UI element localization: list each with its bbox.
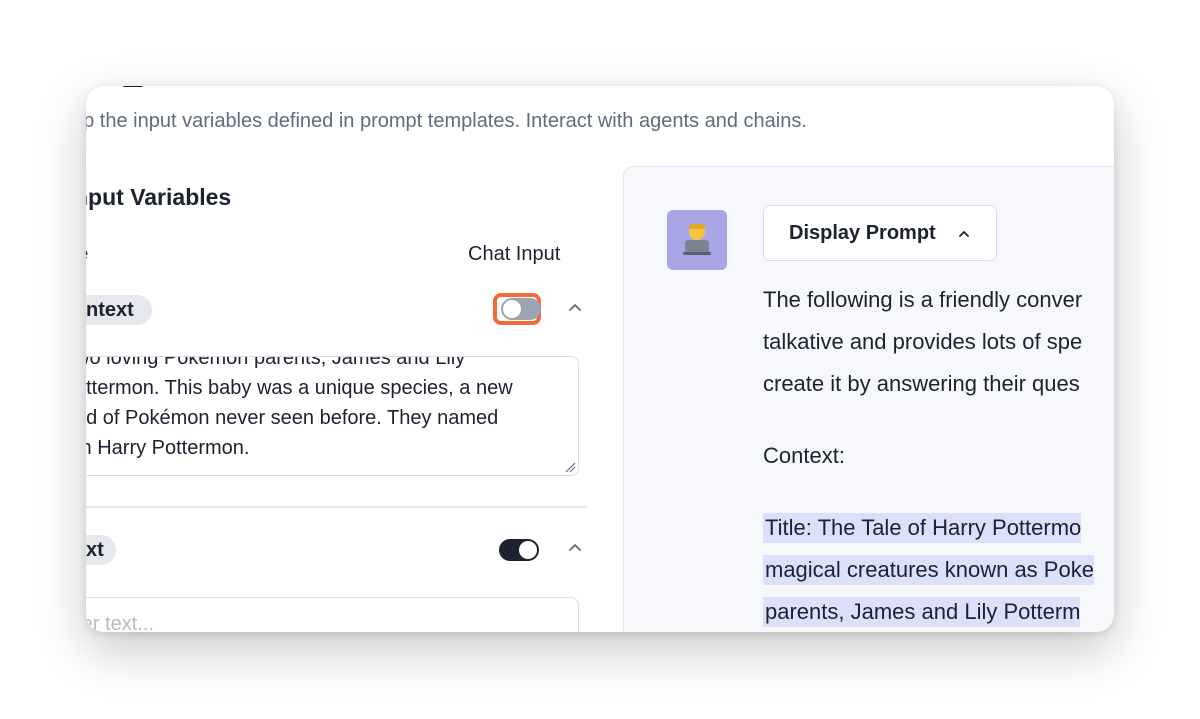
text-textarea[interactable]: nter text... bbox=[86, 597, 579, 632]
highlighted-context-line: magical creatures known as Poke bbox=[763, 555, 1094, 585]
variable-divider bbox=[86, 506, 587, 508]
toggle-knob bbox=[503, 300, 521, 318]
chat-input-toggle-text[interactable] bbox=[499, 539, 539, 561]
input-variables-heading: nput Variables bbox=[86, 184, 232, 210]
prompt-text: The following is a friendly conver talka… bbox=[763, 279, 1114, 632]
variable-pill-context: ntext bbox=[86, 295, 152, 325]
technologist-avatar-icon bbox=[667, 210, 727, 270]
textarea-placeholder: nter text... bbox=[86, 613, 154, 632]
context-textarea[interactable]: wo loving Pokemon parents, James and Lil… bbox=[86, 356, 579, 476]
highlighted-context-line: parents, James and Lily Potterm bbox=[763, 597, 1081, 627]
toggle-knob bbox=[519, 541, 537, 559]
resize-handle-icon[interactable] bbox=[564, 461, 576, 473]
textarea-line: ottermon. This baby was a unique species… bbox=[86, 377, 513, 399]
chat-panel: Display Prompt The following is a friend… bbox=[623, 166, 1114, 632]
chevron-up-icon bbox=[959, 231, 969, 237]
header-icon bbox=[122, 86, 144, 87]
name-column-header: ne bbox=[86, 243, 88, 266]
prompt-line: create it by answering their ques bbox=[763, 371, 1080, 396]
chevron-up-icon[interactable] bbox=[567, 540, 583, 556]
display-prompt-label: Display Prompt bbox=[789, 222, 936, 244]
chat-input-toggle-focus-ring bbox=[493, 293, 541, 325]
app-window: up the input variables defined in prompt… bbox=[86, 86, 1114, 632]
page-subtitle: up the input variables defined in prompt… bbox=[86, 110, 807, 132]
highlighted-context-line: Title: The Tale of Harry Pottermo bbox=[763, 513, 1082, 543]
textarea-line: m Harry Pottermon. bbox=[86, 437, 250, 459]
chat-input-column-header: Chat Input bbox=[468, 243, 561, 265]
prompt-line: The following is a friendly conver bbox=[763, 287, 1083, 312]
prompt-line: talkative and provides lots of spe bbox=[763, 329, 1083, 354]
chevron-up-icon[interactable] bbox=[567, 300, 583, 316]
chat-input-toggle-context[interactable] bbox=[501, 298, 541, 320]
textarea-line: wo loving Pokemon parents, James and Lil… bbox=[86, 356, 466, 369]
context-label: Context: bbox=[763, 443, 845, 468]
display-prompt-button[interactable]: Display Prompt bbox=[763, 205, 997, 261]
variable-pill-text: xt bbox=[86, 535, 116, 565]
textarea-line: nd of Pokémon never seen before. They na… bbox=[86, 407, 499, 429]
